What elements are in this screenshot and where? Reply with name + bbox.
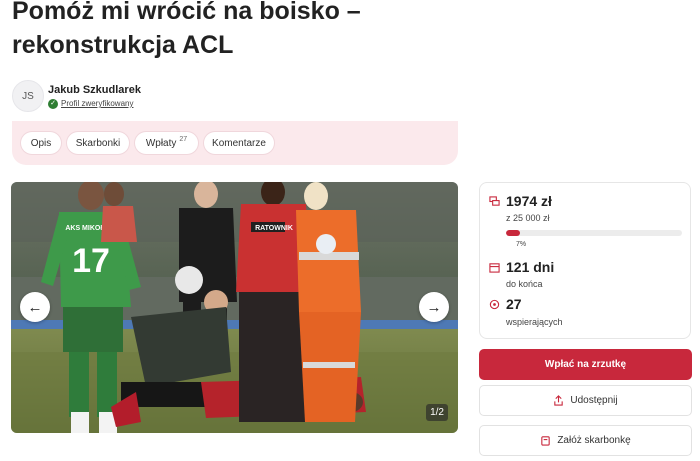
tab-skarbonki[interactable]: Skarbonki xyxy=(67,132,129,154)
gallery-photo: AKS MIKOŁÓW 17 RATOWNIK xyxy=(11,182,458,433)
photo-gallery[interactable]: AKS MIKOŁÓW 17 RATOWNIK ← → 1/2 xyxy=(11,182,458,433)
arrow-right-icon: → xyxy=(426,298,442,316)
donate-label: Wpłać na zrzutkę xyxy=(544,359,627,370)
tab-count-badge: 27 xyxy=(179,135,188,143)
tab-opis[interactable]: Opis xyxy=(21,132,61,154)
gallery-next-button[interactable]: → xyxy=(419,292,449,322)
author-name[interactable]: Jakub Szkudlarek xyxy=(48,84,141,96)
money-icon xyxy=(489,196,500,206)
share-label: Udostępnij xyxy=(570,395,618,406)
share-button[interactable]: Udostępnij xyxy=(479,385,692,416)
supporters-icon xyxy=(489,299,500,310)
progress-bar xyxy=(506,230,682,236)
goal-amount: z 25 000 zł xyxy=(506,213,550,223)
piggybank-icon xyxy=(540,435,551,446)
avatar[interactable]: JS xyxy=(12,80,44,112)
verified-profile[interactable]: ✓ Profil zweryfikowany xyxy=(48,98,141,109)
verified-label[interactable]: Profil zweryfikowany xyxy=(61,99,133,108)
verified-check-icon: ✓ xyxy=(48,98,58,109)
tab-label: Opis xyxy=(30,137,52,149)
gallery-counter: 1/2 xyxy=(426,404,448,421)
donate-button[interactable]: Wpłać na zrzutkę xyxy=(479,349,692,380)
stats-card: 1974 zł z 25 000 zł 7% 121 dni do końca … xyxy=(479,182,691,339)
tab-wplaty[interactable]: Wpłaty 27 xyxy=(135,132,198,154)
tab-komentarze[interactable]: Komentarze xyxy=(204,132,274,154)
raised-amount: 1974 zł xyxy=(506,193,552,209)
tabs-bar: Opis Skarbonki Wpłaty 27 Komentarze xyxy=(12,121,458,165)
create-piggybank-label: Załóż skarbonkę xyxy=(557,435,631,446)
supporters-label: wspierających xyxy=(506,317,563,327)
page-title: Pomóż mi wrócić na boisko – rekonstrukcj… xyxy=(12,0,361,59)
progress-fill xyxy=(506,230,520,236)
create-piggybank-button[interactable]: Załóż skarbonkę xyxy=(479,425,692,456)
progress-percent: 7% xyxy=(516,241,527,248)
author-block: JS Jakub Szkudlarek ✓ Profil zweryfikowa… xyxy=(12,80,141,112)
days-left: 121 dni xyxy=(506,259,555,275)
share-icon xyxy=(553,395,564,406)
gallery-prev-button[interactable]: ← xyxy=(20,292,50,322)
days-left-label: do końca xyxy=(506,279,543,289)
author-info: Jakub Szkudlarek ✓ Profil zweryfikowany xyxy=(48,84,141,109)
paramedic-figure xyxy=(296,182,361,422)
jersey-number-text: 17 xyxy=(72,242,110,280)
tab-label: Komentarze xyxy=(212,137,266,149)
tab-label: Skarbonki xyxy=(75,137,121,149)
calendar-icon xyxy=(489,263,500,273)
medic-vest-text: RATOWNIK xyxy=(255,225,293,232)
supporters-count: 27 xyxy=(506,296,522,312)
tab-label: Wpłaty xyxy=(145,137,177,149)
arrow-left-icon: ← xyxy=(27,298,43,316)
